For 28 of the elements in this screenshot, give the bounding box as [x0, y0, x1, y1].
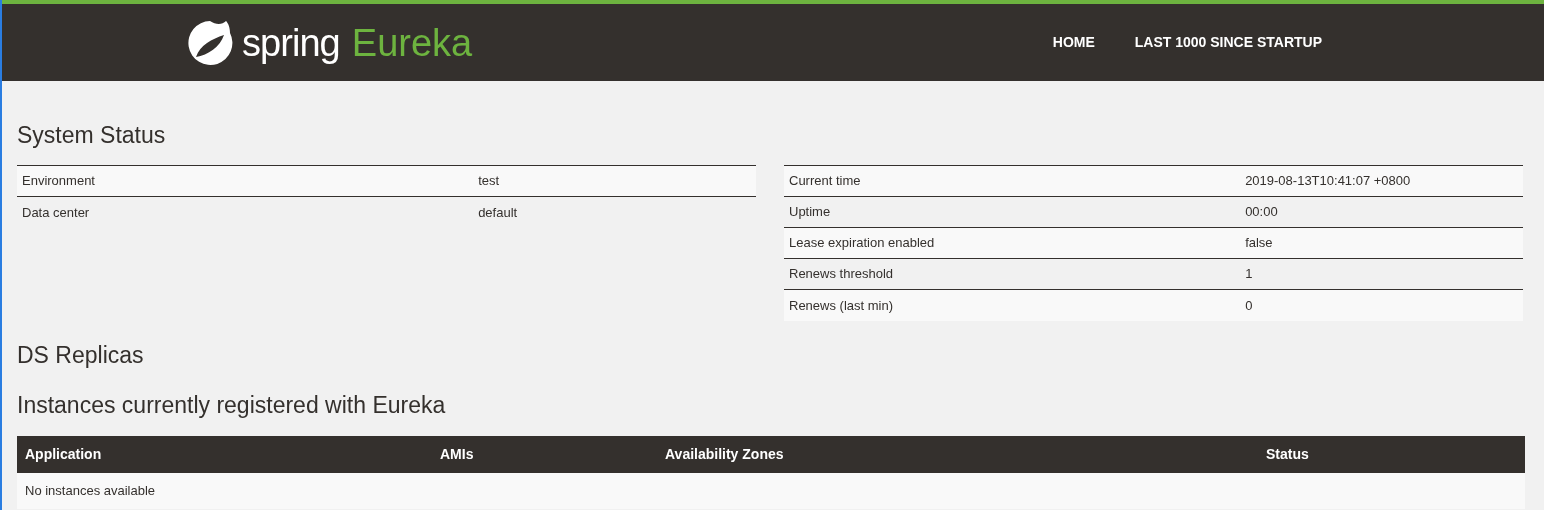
table-cell-text: Renews threshold: [788, 265, 895, 284]
nav-link[interactable]: HOME: [1052, 32, 1095, 53]
column-header: Application: [25, 445, 103, 464]
table-cell-text: Data center: [21, 203, 91, 222]
logo-product: Eureka: [351, 23, 473, 62]
column-header: Availability Zones: [665, 445, 785, 464]
table-cell-text: Renews (last min): [788, 296, 895, 315]
empty-message: No instances available: [25, 482, 156, 501]
section-title: Instances currently registered with Eureka: [17, 391, 447, 419]
table-cell-text: 00:00: [1245, 203, 1279, 222]
table-cell-text: false: [1245, 234, 1274, 253]
table-cell-text: Environment: [21, 172, 96, 191]
table-cell-text: Current time: [788, 172, 862, 191]
nav-link[interactable]: LAST 1000 SINCE STARTUP: [1134, 32, 1322, 53]
section-title: System Status: [17, 121, 167, 149]
logo[interactable]: spring Eureka: [186, 18, 473, 67]
table-cell-text: 0: [1245, 296, 1254, 315]
section-title: DS Replicas: [17, 341, 145, 369]
table-cell-text: test: [478, 172, 501, 191]
table-cell-text: 1: [1245, 265, 1254, 284]
leaf-logo-icon: [186, 18, 234, 67]
table-cell-text: default: [478, 203, 519, 222]
column-header: AMIs: [440, 445, 475, 464]
logo-word: spring: [242, 23, 340, 62]
table-cell-text: Lease expiration enabled: [788, 234, 936, 253]
table-cell-text: 2019-08-13T10:41:07 +0800: [1245, 172, 1412, 191]
table-cell-text: Uptime: [788, 203, 832, 222]
column-header: Status: [1266, 445, 1310, 464]
